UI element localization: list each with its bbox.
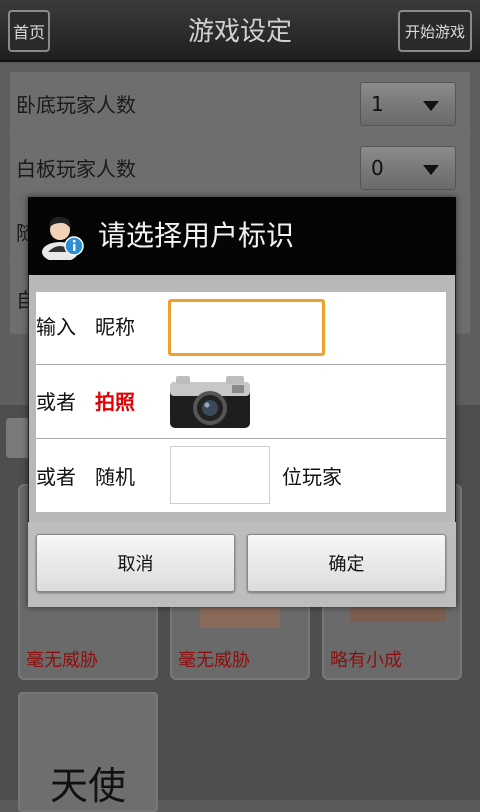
user-info-icon: [38, 212, 86, 262]
or-prefix: 或者: [36, 390, 76, 414]
blank-count-spinner[interactable]: 0: [360, 146, 456, 190]
player-card-3-label: 略有小成: [330, 650, 402, 671]
undercover-count-spinner[interactable]: 1: [360, 82, 456, 126]
player-card-1-label: 毫无威胁: [26, 650, 98, 671]
take-photo-label[interactable]: 拍照: [95, 387, 135, 417]
home-button[interactable]: 首页: [8, 10, 50, 52]
random-label: 随机: [95, 465, 135, 489]
player-card-2-label: 毫无威胁: [178, 650, 250, 671]
blank-count-value: 0: [371, 156, 384, 180]
page-title: 游戏设定: [187, 17, 292, 47]
nickname-label: 昵称: [95, 315, 135, 339]
player-photo: [200, 608, 280, 628]
dialog-title: 请选择用户标识: [98, 219, 295, 252]
undercover-count-row: 卧底玩家人数 1: [10, 72, 470, 136]
undercover-count-value: 1: [371, 92, 384, 116]
dropdown-arrow-icon: [423, 101, 439, 111]
start-game-button[interactable]: 开始游戏: [398, 10, 472, 52]
cancel-button[interactable]: 取消: [36, 534, 235, 592]
players-suffix: 位玩家: [282, 465, 342, 489]
undercover-count-label: 卧底玩家人数: [16, 93, 136, 117]
blank-count-label: 白板玩家人数: [16, 157, 136, 181]
or-prefix: 或者: [36, 465, 76, 489]
random-count-input[interactable]: [170, 446, 270, 504]
camera-icon[interactable]: [166, 372, 254, 432]
input-prefix: 输入: [36, 315, 76, 339]
blank-count-row: 白板玩家人数 0: [10, 136, 470, 200]
dropdown-arrow-icon: [423, 165, 439, 175]
angel-label: 天使: [49, 764, 126, 808]
nickname-input[interactable]: [168, 299, 325, 356]
confirm-button[interactable]: 确定: [247, 534, 446, 592]
